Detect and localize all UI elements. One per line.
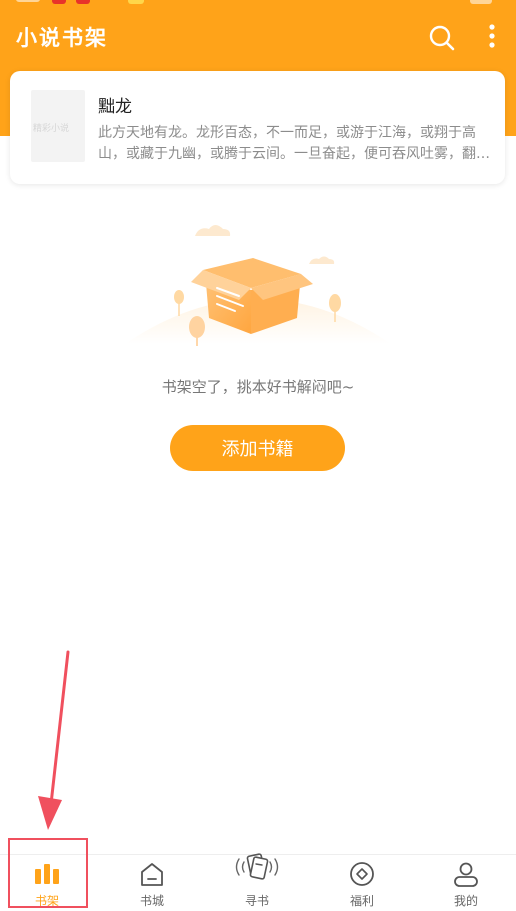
store-icon: [141, 863, 163, 886]
tab-label: 我的: [453, 894, 478, 908]
tab-label: 福利: [349, 894, 374, 908]
tab-find-book[interactable]: 寻书: [217, 853, 297, 911]
tab-label: 书城: [139, 894, 164, 908]
book-card[interactable]: 精彩小说 黜龙 此方天地有龙。龙形百态，不一而足，或游于江海，或翔于高山，或藏于…: [10, 71, 505, 184]
empty-message: 书架空了，挑本好书解闷吧~: [161, 378, 355, 396]
tab-label: 寻书: [244, 894, 269, 908]
book-cover-text: 精彩小说: [33, 124, 70, 134]
book-title: 黜龙: [98, 97, 132, 117]
book-cover: 精彩小说: [31, 90, 85, 162]
annotation-arrow: [38, 650, 70, 830]
person-icon: [454, 862, 478, 887]
book-description: 此方天地有龙。龙形百态，不一而足，或游于江海，或翔于高山，或藏于九幽，或腾于云间…: [98, 125, 490, 162]
coin-icon: [350, 862, 374, 886]
tab-mine[interactable]: 我的: [426, 855, 506, 911]
page-title: 小说书架: [16, 26, 108, 50]
tab-store[interactable]: 书城: [112, 855, 192, 911]
find-book-icon: [235, 853, 279, 880]
annotation-highlight-box: [8, 838, 88, 908]
tab-welfare[interactable]: 福利: [322, 855, 402, 911]
more-vertical-icon[interactable]: [480, 22, 504, 54]
open-box-illustration: [125, 225, 391, 346]
add-book-button[interactable]: 添加书籍: [170, 425, 345, 471]
status-bar: [0, 0, 516, 6]
search-icon[interactable]: [426, 22, 458, 54]
